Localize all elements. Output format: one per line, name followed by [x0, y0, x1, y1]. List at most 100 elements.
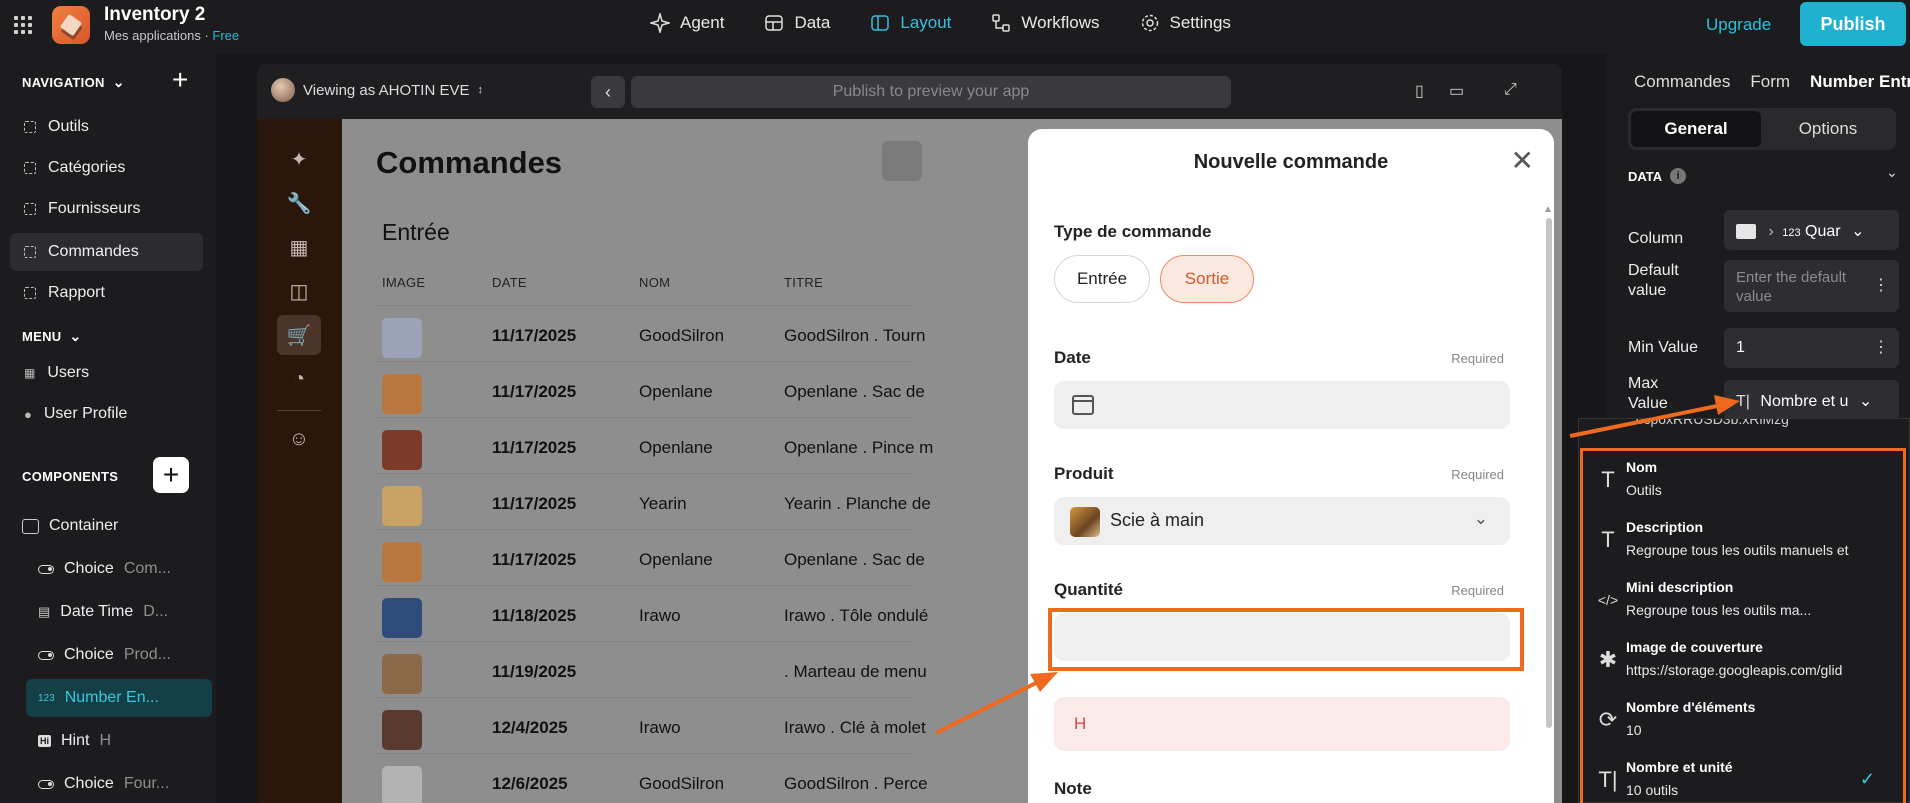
table-row[interactable]: 11/17/2025 Openlane Openlane . Sac de	[372, 529, 925, 585]
more-icon[interactable]: ⋮	[1873, 278, 1889, 294]
nav-workflows[interactable]: Workflows	[991, 13, 1100, 33]
tablet-icon[interactable]: ▭	[1449, 81, 1464, 101]
component-choice-fournisseur[interactable]: Choice Four...	[26, 765, 212, 803]
choice-icon	[38, 564, 54, 574]
product-select[interactable]: Scie à main ⌄	[1054, 497, 1510, 545]
nav-data[interactable]: Data	[764, 13, 830, 33]
modal-scrollbar[interactable]	[1546, 218, 1552, 728]
row-image	[382, 710, 422, 750]
search-icon[interactable]	[882, 141, 922, 181]
cart-icon[interactable]: 🛒	[277, 315, 321, 355]
min-value-input[interactable]: 1 ⋮	[1724, 328, 1899, 368]
choice-icon	[38, 779, 54, 789]
app-logo-icon[interactable]: ✦	[277, 139, 321, 179]
close-icon[interactable]: ✕	[1511, 147, 1534, 175]
sidebar-item-rapport[interactable]: Rapport	[10, 274, 203, 312]
container-icon	[24, 162, 36, 174]
left-sidebar: NAVIGATION ⌄ + Outils Catégories Fournis…	[0, 54, 216, 803]
row-date: 11/17/2025	[492, 550, 577, 569]
panel-tabs: General Options	[1628, 108, 1896, 150]
menu-header[interactable]: MENU ⌄	[22, 328, 82, 345]
fullscreen-icon[interactable]: ⤢	[1504, 81, 1517, 99]
users-icon[interactable]: ☺	[277, 419, 321, 459]
sidebar-item-categories[interactable]: Catégories	[10, 149, 203, 187]
sidebar-item-users[interactable]: ▦ Users	[10, 354, 203, 392]
row-image	[382, 766, 422, 803]
viewing-as-selector[interactable]: Viewing as AHOTIN EVE ↕	[271, 78, 483, 102]
tab-general[interactable]: General	[1631, 111, 1761, 147]
top-bar: Inventory 2 Mes applications · Free Agen…	[0, 0, 1910, 54]
nav-layout[interactable]: Layout	[870, 13, 951, 33]
component-date-time[interactable]: ▤ Date Time D...	[26, 593, 212, 631]
wrench-icon[interactable]: 🔧	[277, 183, 321, 223]
table-row[interactable]: 12/4/2025 Irawo Irawo . Clé à molet	[372, 697, 926, 753]
table-row[interactable]: 11/17/2025 Openlane Openlane . Sac de	[372, 361, 925, 417]
sidebar-item-fournisseurs[interactable]: Fournisseurs	[10, 190, 203, 228]
new-order-modal: Nouvelle commande ✕ Type de commande Ent…	[1028, 129, 1554, 803]
publish-button[interactable]: Publish	[1800, 2, 1906, 46]
sidebar-item-outils[interactable]: Outils	[10, 108, 203, 146]
default-value-input[interactable]: Enter the default value ⋮	[1724, 260, 1899, 312]
data-section-header[interactable]: DATA i	[1628, 168, 1687, 184]
column-select[interactable]: › 123 Quar ⌄	[1724, 210, 1899, 250]
breadcrumb-component[interactable]: Number Entry	[1810, 72, 1910, 92]
choice-sortie[interactable]: Sortie	[1160, 255, 1254, 303]
navigation-header[interactable]: NAVIGATION ⌄	[22, 74, 125, 91]
back-button[interactable]: ‹	[591, 76, 625, 108]
table-row[interactable]: 12/6/2025 GoodSilron GoodSilron . Perce	[372, 753, 928, 803]
component-container[interactable]: Container	[10, 507, 196, 545]
table-row[interactable]: 11/19/2025 . Marteau de menu	[372, 641, 927, 697]
app-logo[interactable]	[52, 6, 90, 44]
sidebar-item-user-profile[interactable]: ● User Profile	[10, 395, 203, 433]
component-number-entry[interactable]: 123 Number En...	[26, 679, 212, 717]
choice-entree[interactable]: Entrée	[1054, 255, 1150, 303]
mobile-icon[interactable]: ▯	[1415, 81, 1424, 101]
app-title[interactable]: Inventory 2	[104, 4, 205, 26]
nav-settings[interactable]: Settings	[1140, 13, 1231, 33]
sidebar-item-label: Catégories	[48, 159, 126, 176]
breadcrumb-screen[interactable]: Commandes	[1634, 72, 1730, 92]
grid-icon[interactable]: ▦	[277, 227, 321, 267]
row-titre: GoodSilron . Perce	[784, 774, 928, 793]
layout-icon	[871, 15, 890, 31]
table-row[interactable]: 11/18/2025 Irawo Irawo . Tôle ondulé	[372, 585, 928, 641]
column-label: Column	[1628, 230, 1684, 247]
pie-chart-icon[interactable]: ◔	[277, 359, 321, 399]
upgrade-link[interactable]: Upgrade	[1706, 15, 1771, 35]
workflow-icon	[992, 14, 1011, 32]
app-grid-icon[interactable]	[14, 14, 34, 34]
row-titre: Irawo . Clé à molet	[784, 718, 926, 737]
quantity-label: Quantité	[1054, 580, 1123, 599]
date-field[interactable]	[1054, 381, 1510, 429]
briefcase-icon[interactable]: ◫	[277, 271, 321, 311]
info-icon[interactable]: i	[1670, 168, 1687, 184]
nav-agent[interactable]: Agent	[650, 13, 724, 33]
chevron-down-icon[interactable]: ⌄	[1886, 164, 1898, 181]
sidebar-item-commandes[interactable]: Commandes	[10, 233, 203, 271]
add-component-button[interactable]: +	[153, 457, 189, 493]
workspace-link[interactable]: Mes applications	[104, 28, 201, 43]
components-title: COMPONENTS	[22, 469, 119, 484]
rail-divider	[277, 410, 321, 411]
component-type: Choice	[64, 646, 114, 663]
max-value: Nombre et u	[1760, 393, 1849, 410]
chevron-down-icon: ⌄	[112, 74, 125, 90]
max-value-select[interactable]: T| Nombre et u ⌄	[1724, 380, 1899, 420]
hint-box: H	[1054, 697, 1510, 751]
app-breadcrumb[interactable]: Mes applications · Free	[104, 28, 239, 43]
chevron-down-icon: ⌄	[1851, 223, 1865, 240]
table-row[interactable]: 11/17/2025 Openlane Openlane . Pince m	[372, 417, 933, 473]
more-icon[interactable]: ⋮	[1873, 340, 1889, 356]
calendar-icon: ▤	[38, 604, 51, 619]
breadcrumb-separator: ·	[200, 28, 213, 43]
component-hint[interactable]: Hi Hint H	[26, 722, 212, 760]
scroll-up-icon[interactable]: ▲	[1543, 204, 1553, 215]
breadcrumb-form[interactable]: Form	[1750, 72, 1790, 92]
text-cursor-icon: T|	[1736, 393, 1750, 410]
table-row[interactable]: 11/17/2025 GoodSilron GoodSilron . Tourn	[372, 305, 925, 361]
component-choice-commande[interactable]: Choice Com...	[26, 550, 212, 588]
tab-options[interactable]: Options	[1763, 111, 1893, 147]
component-choice-produit[interactable]: Choice Prod...	[26, 636, 212, 674]
add-screen-icon[interactable]: +	[172, 66, 188, 94]
table-row[interactable]: 11/17/2025 Yearin Yearin . Planche de	[372, 473, 931, 529]
